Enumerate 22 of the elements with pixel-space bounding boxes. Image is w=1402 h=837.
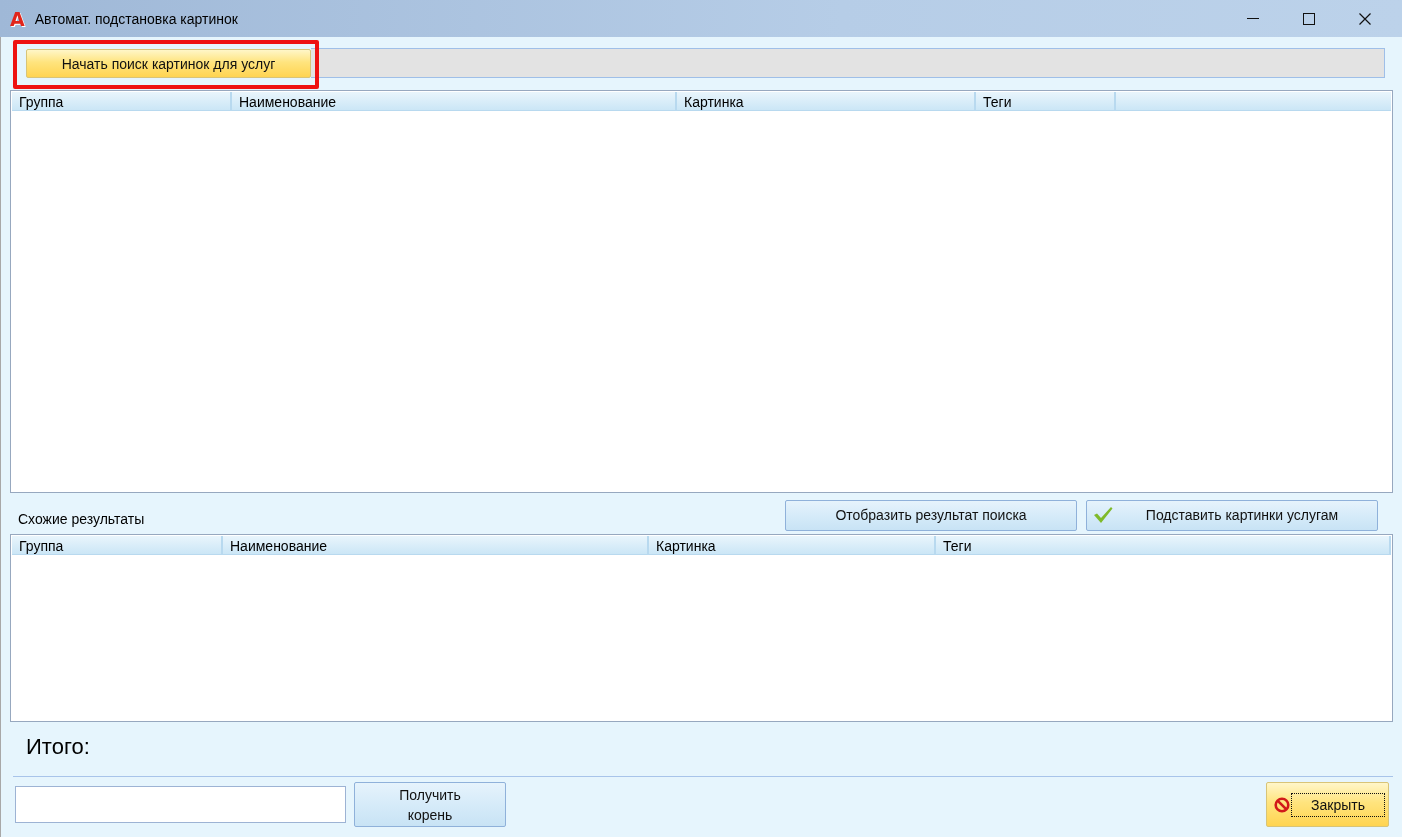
start-search-button[interactable]: Начать поиск картинок для услуг (26, 49, 311, 78)
column-header[interactable]: Теги (976, 92, 1116, 111)
close-icon[interactable] (1359, 12, 1371, 25)
prohibition-icon (1274, 796, 1290, 813)
column-header[interactable]: Группа (12, 92, 232, 111)
section-label: Схожие результаты (18, 510, 145, 528)
window-title: Автомат. подстановка картинок (34, 9, 238, 28)
app-logo: A (10, 8, 25, 29)
column-header[interactable]: Картинка (677, 92, 976, 111)
column-header[interactable]: Наименование (223, 536, 649, 555)
total-label: Итого: (26, 734, 90, 760)
apply-images-button[interactable]: Подставить картинки услугам (1086, 499, 1378, 531)
close-button[interactable]: Закрыть (1266, 782, 1389, 827)
maximize-icon[interactable] (1303, 12, 1315, 25)
column-header[interactable]: Группа (12, 536, 223, 555)
show-results-button[interactable]: Отобразить результат поиска (785, 499, 1077, 531)
input-field[interactable] (15, 786, 346, 823)
column-header[interactable]: Наименование (232, 92, 677, 111)
column-header[interactable]: Картинка (649, 536, 936, 555)
check-icon (1093, 506, 1113, 524)
get-root-button[interactable]: Получить корень (354, 782, 506, 827)
column-header[interactable]: Теги (936, 536, 1391, 555)
